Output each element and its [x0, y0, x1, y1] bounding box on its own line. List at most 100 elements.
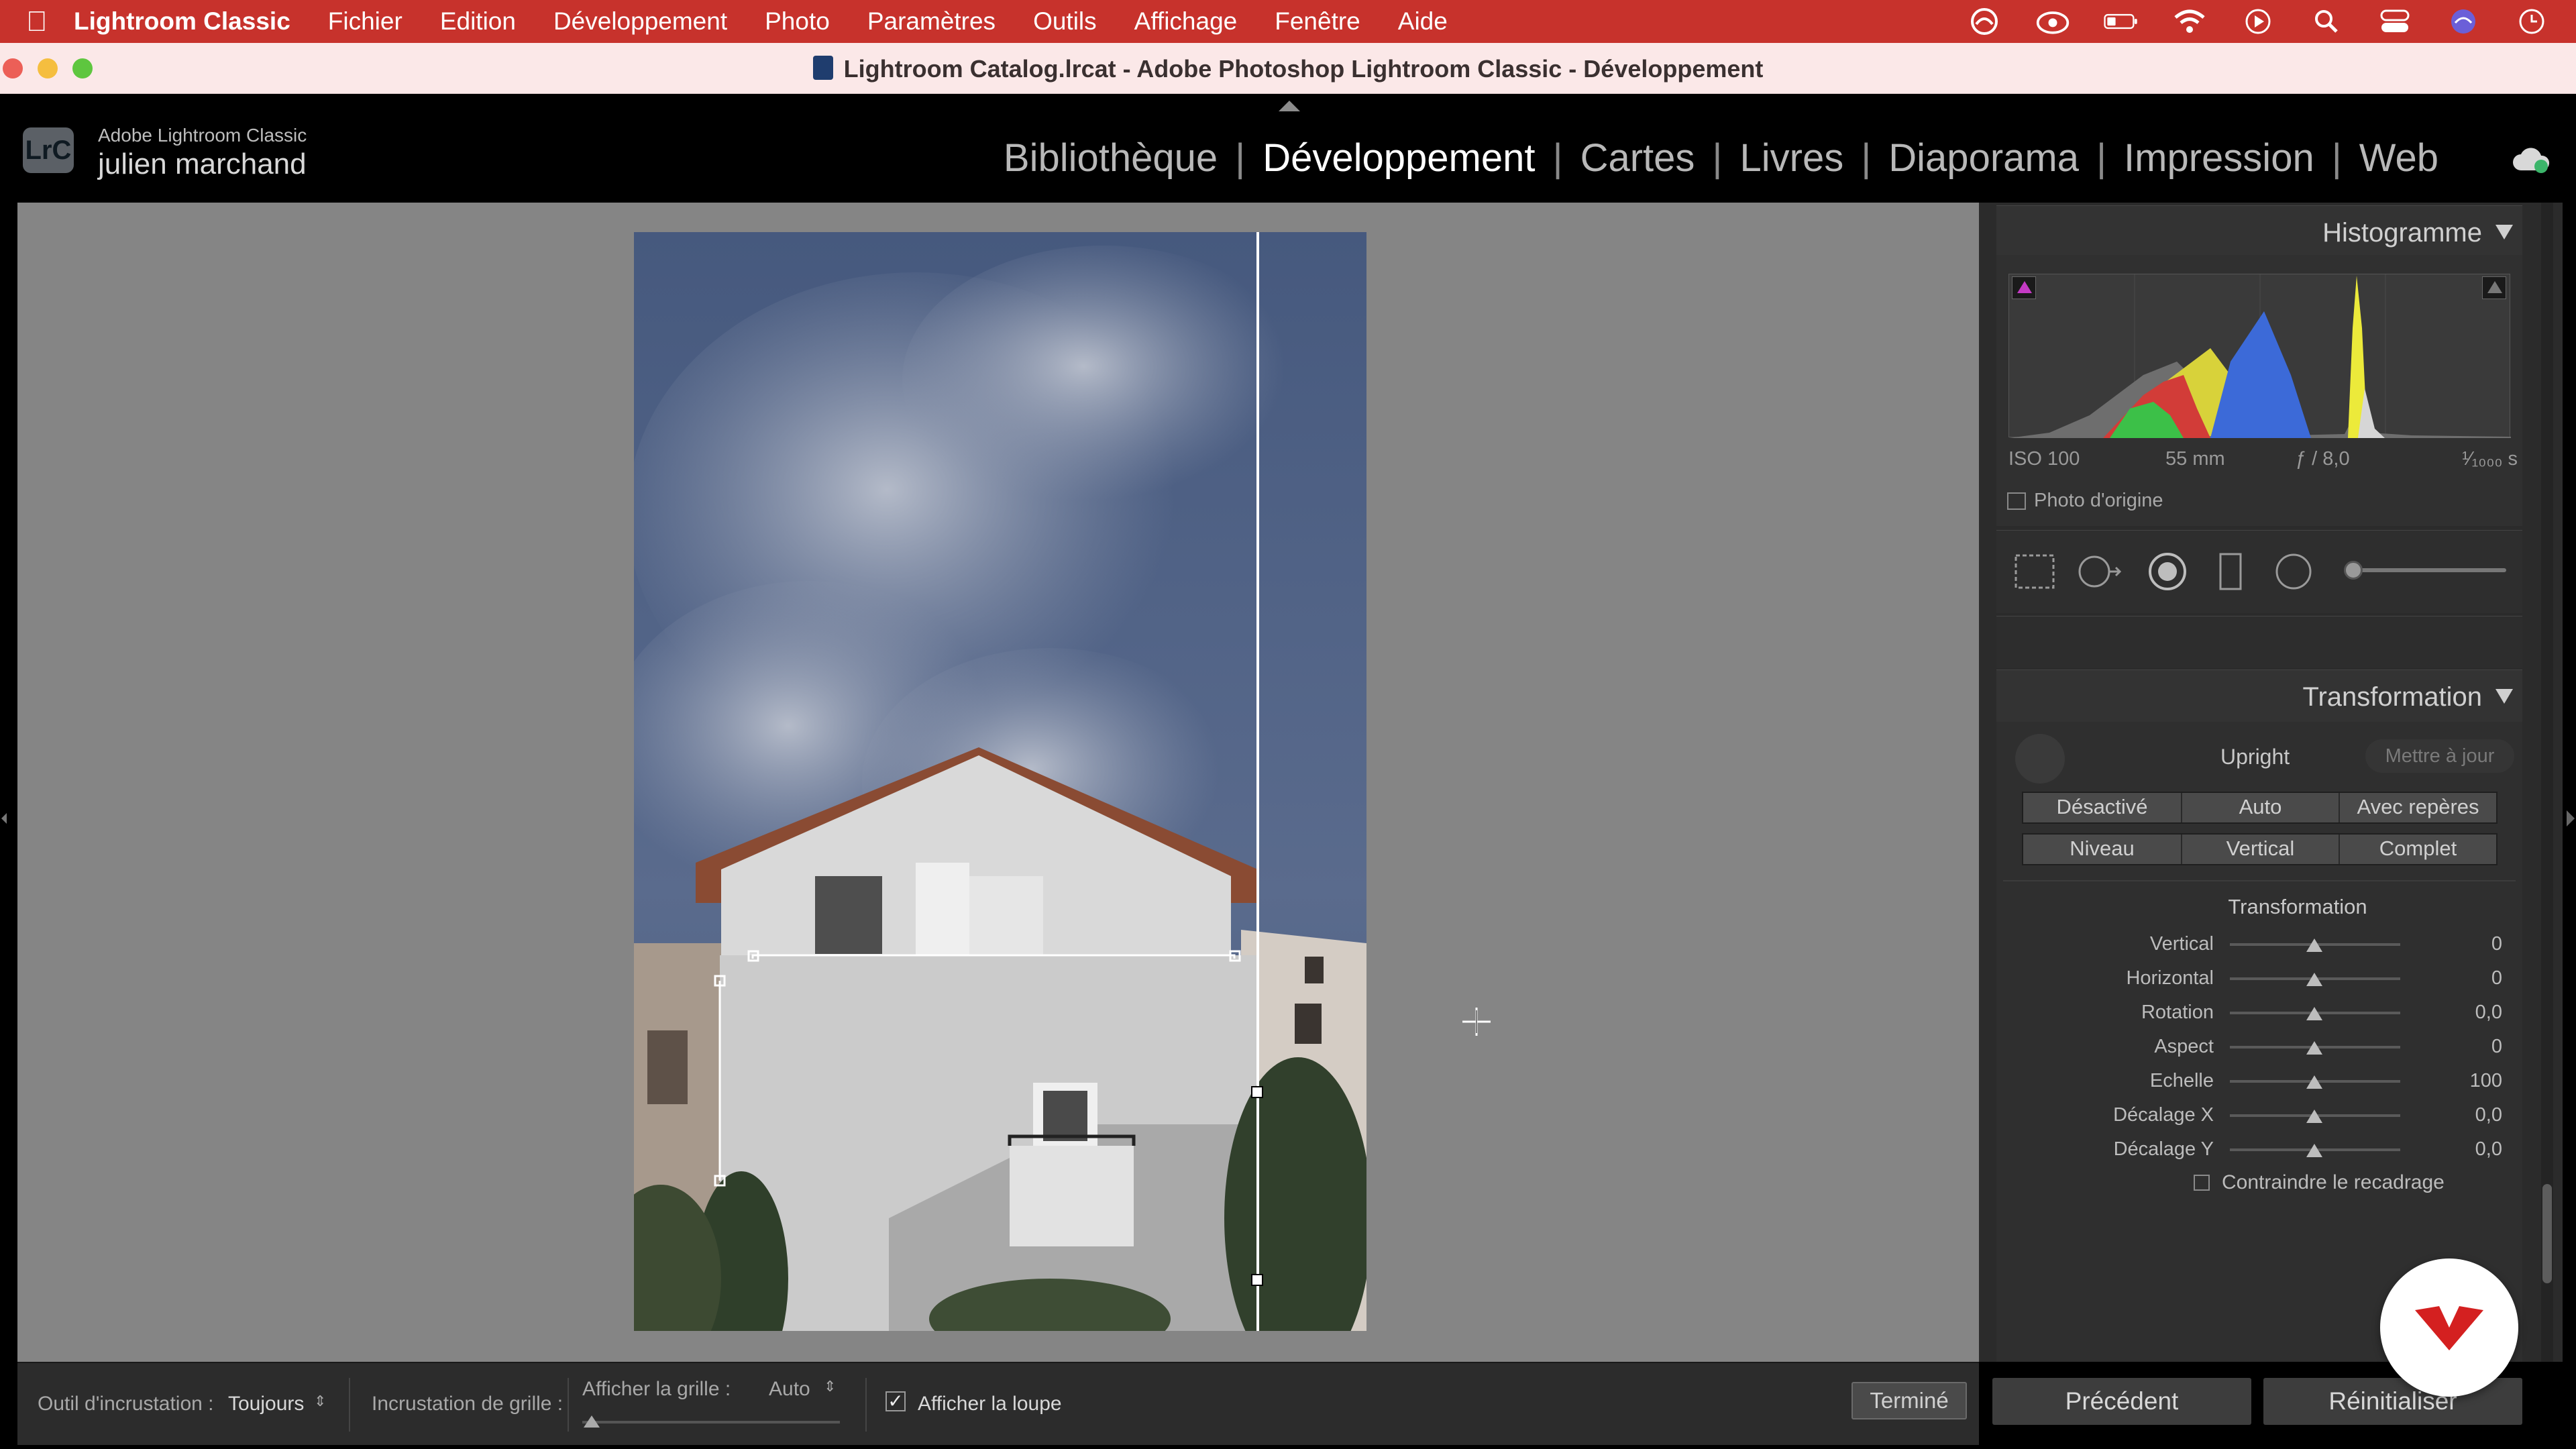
slider-value[interactable]: 0 [2422, 1036, 2502, 1058]
slider-value[interactable]: 0 [2422, 967, 2502, 989]
play-icon[interactable] [2241, 8, 2275, 35]
show-loupe-label: Afficher la loupe [918, 1393, 1062, 1415]
slider-value[interactable]: 0 [2422, 933, 2502, 955]
slider-knob[interactable] [2306, 1075, 2322, 1089]
slider-label: Décalage Y [2113, 1138, 2214, 1160]
left-panel-toggle-arrow-icon[interactable] [1, 813, 7, 824]
histogram-title: Histogramme [2322, 218, 2482, 248]
module-diaporama[interactable]: Diaporama [1875, 136, 2092, 180]
show-loupe-checkbox[interactable]: ✓ [885, 1391, 906, 1411]
slider-value[interactable]: 0,0 [2422, 1104, 2502, 1126]
slider-rotation[interactable]: Rotation 0,0 [2006, 996, 2502, 1027]
menu-app[interactable]: Lightroom Classic [74, 7, 290, 36]
clock-icon[interactable] [2514, 8, 2549, 35]
collapse-triangle-icon[interactable] [2496, 225, 2513, 239]
upright-label: Upright [2220, 745, 2290, 769]
slider-aspect[interactable]: Aspect 0 [2006, 1030, 2502, 1061]
collapse-triangle-icon[interactable] [2496, 689, 2513, 704]
slider-value[interactable]: 0,0 [2422, 1138, 2502, 1161]
slider-offset-y[interactable]: Décalage Y 0,0 [2006, 1133, 2502, 1164]
module-separator: | [1861, 136, 1872, 180]
brush-slider-track[interactable] [2348, 568, 2506, 572]
menu-aide[interactable]: Aide [1398, 7, 1448, 36]
transformation-title: Transformation [2302, 682, 2483, 712]
upright-full-button[interactable]: Complet [2339, 835, 2496, 864]
overlay-tool-select[interactable]: Toujours [228, 1393, 304, 1415]
module-impression[interactable]: Impression [2110, 136, 2328, 180]
brush-slider-knob[interactable] [2344, 561, 2363, 580]
slider-knob[interactable] [2306, 1007, 2322, 1020]
menu-developpement[interactable]: Développement [553, 7, 727, 36]
transformation-header[interactable]: Transformation [1996, 669, 2522, 722]
slider-value[interactable]: 0,0 [2422, 1002, 2502, 1024]
slider-knob[interactable] [2306, 1144, 2322, 1157]
apple-icon[interactable]:  [0, 5, 74, 38]
select-arrows-icon[interactable]: ⇕ [824, 1378, 836, 1395]
search-icon[interactable] [2309, 8, 2344, 35]
module-cartes[interactable]: Cartes [1567, 136, 1709, 180]
upright-off-button[interactable]: Désactivé [2023, 793, 2181, 822]
slider-knob[interactable] [2306, 1041, 2322, 1055]
module-separator: | [2096, 136, 2107, 180]
grid-size-slider[interactable] [582, 1421, 840, 1424]
show-grid-select[interactable]: Auto [769, 1378, 810, 1401]
siri-icon[interactable] [2446, 8, 2481, 35]
slider-knob[interactable] [2306, 938, 2322, 952]
battery-icon[interactable] [2104, 8, 2139, 35]
crosshair-cursor-icon [1462, 1008, 1491, 1036]
grid-size-slider-knob[interactable] [584, 1415, 600, 1428]
shadow-clipping-indicator-icon[interactable] [2012, 276, 2036, 299]
cloud-status-icon[interactable] [2512, 145, 2553, 176]
slider-vertical[interactable]: Vertical 0 [2006, 928, 2502, 959]
module-bibliotheque[interactable]: Bibliothèque [990, 136, 1231, 180]
grid-overlay-label: Incrustation de grille : [372, 1393, 564, 1415]
slider-scale[interactable]: Echelle 100 [2006, 1065, 2502, 1095]
histogram-header[interactable]: Histogramme [1996, 205, 2522, 258]
upright-level-button[interactable]: Niveau [2023, 835, 2181, 864]
slider-label: Vertical [2149, 933, 2214, 955]
radial-filter-icon[interactable] [2270, 551, 2317, 592]
wifi-icon[interactable] [2172, 8, 2207, 35]
update-button[interactable]: Mettre à jour [2365, 739, 2514, 773]
upright-vertical-button[interactable]: Vertical [2181, 835, 2339, 864]
menu-fichier[interactable]: Fichier [328, 7, 402, 36]
menu-affichage[interactable]: Affichage [1134, 7, 1238, 36]
select-arrows-icon[interactable]: ⇕ [314, 1393, 326, 1410]
channel-logo [2380, 1258, 2518, 1397]
module-livres[interactable]: Livres [1726, 136, 1857, 180]
previous-button[interactable]: Précédent [1992, 1378, 2251, 1425]
cloud-sync-icon[interactable] [2035, 8, 2070, 35]
original-photo-toggle[interactable]: Photo d'origine [2007, 490, 2163, 512]
menu-edition[interactable]: Edition [440, 7, 516, 36]
constrain-crop-checkbox[interactable] [2194, 1175, 2210, 1191]
module-picker: Bibliothèque | Développement | Cartes | Liv… [990, 136, 2452, 180]
creative-cloud-icon[interactable] [1967, 8, 2002, 35]
spot-removal-icon[interactable] [2076, 551, 2123, 592]
module-developpement[interactable]: Développement [1249, 136, 1548, 180]
module-web[interactable]: Web [2346, 136, 2452, 180]
control-center-icon[interactable] [2377, 8, 2412, 35]
highlight-clipping-indicator-icon[interactable] [2482, 276, 2506, 299]
slider-knob[interactable] [2306, 973, 2322, 986]
upright-guided-button[interactable]: Avec repères [2339, 793, 2496, 822]
slider-value[interactable]: 100 [2422, 1070, 2502, 1092]
constrain-crop-option[interactable]: Contraindre le recadrage [2194, 1171, 2445, 1194]
right-panel-toggle-arrow-icon[interactable] [2567, 810, 2575, 826]
histogram-graph[interactable] [2008, 274, 2511, 438]
graduated-filter-icon[interactable] [2207, 551, 2254, 592]
menu-photo[interactable]: Photo [765, 7, 830, 36]
done-button[interactable]: Terminé [1851, 1382, 1967, 1419]
collapse-top-panel-arrow-icon[interactable] [1279, 101, 1300, 111]
crop-overlay-icon[interactable] [2011, 551, 2058, 592]
upright-auto-button[interactable]: Auto [2181, 793, 2339, 822]
red-eye-icon[interactable] [2144, 551, 2191, 592]
scrollbar-thumb[interactable] [2542, 1184, 2552, 1283]
original-photo-checkbox[interactable] [2007, 492, 2026, 510]
photo-preview[interactable] [634, 232, 1366, 1331]
slider-offset-x[interactable]: Décalage X 0,0 [2006, 1099, 2502, 1130]
menu-parametres[interactable]: Paramètres [867, 7, 996, 36]
slider-knob[interactable] [2306, 1110, 2322, 1123]
menu-fenetre[interactable]: Fenêtre [1275, 7, 1360, 36]
slider-horizontal[interactable]: Horizontal 0 [2006, 962, 2502, 993]
menu-outils[interactable]: Outils [1033, 7, 1097, 36]
